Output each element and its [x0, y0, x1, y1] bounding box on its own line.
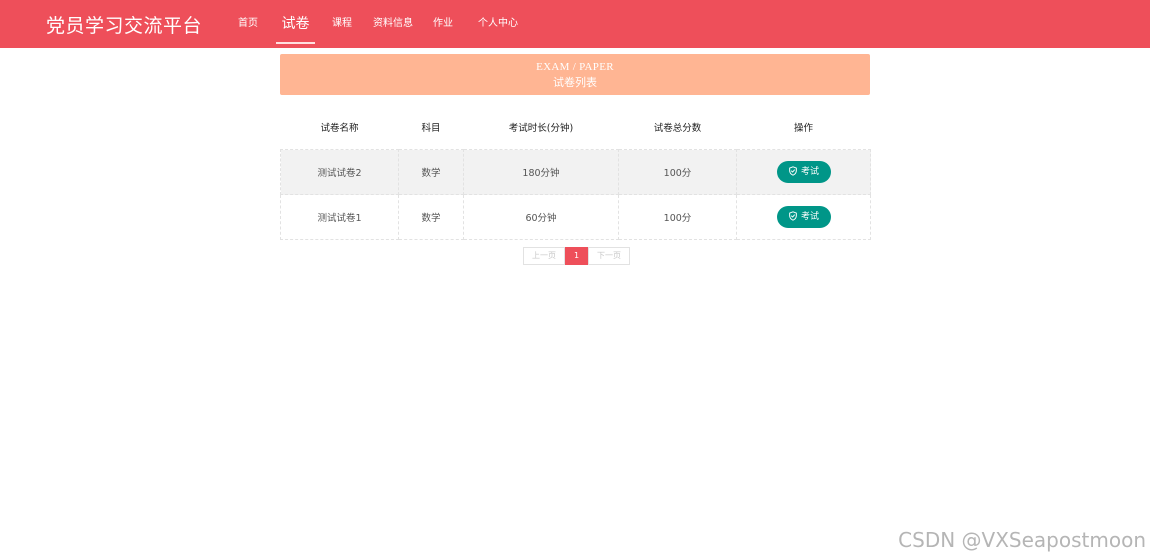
nav-item-homework[interactable]: 作业 — [433, 0, 453, 44]
header-paper-name: 试卷名称 — [320, 123, 359, 134]
app-title: 党员学习交流平台 — [46, 15, 203, 37]
current-page-button[interactable]: 1 — [565, 247, 588, 265]
header-duration: 考试时长(分钟) — [508, 123, 574, 134]
score-cell: 100分 — [618, 149, 737, 195]
action-cell: 考试 — [736, 149, 871, 195]
paper-name-cell: 测试试卷1 — [280, 194, 399, 240]
shield-check-icon — [789, 166, 797, 176]
table-row: 测试试卷2 数学 180分钟 100分 考试 — [280, 149, 871, 195]
take-exam-label: 考试 — [800, 212, 819, 222]
paper-name-cell: 测试试卷2 — [280, 149, 399, 195]
nav-item-paper[interactable]: 试卷 — [276, 0, 315, 44]
action-cell: 考试 — [736, 194, 871, 240]
nav-item-materials[interactable]: 资料信息 — [373, 0, 413, 44]
watermark: CSDN @VXSeapostmoon — [898, 528, 1146, 552]
subject-cell: 数学 — [398, 149, 464, 195]
nav-item-profile[interactable]: 个人中心 — [478, 0, 518, 44]
take-exam-button[interactable]: 考试 — [776, 206, 831, 228]
pagination: 上一页 1 下一页 — [523, 247, 630, 265]
shield-check-icon — [789, 211, 797, 221]
next-page-button[interactable]: 下一页 — [588, 247, 630, 265]
paper-table: 试卷名称 科目 考试时长(分钟) 试卷总分数 操作 测试试卷2 数学 180分钟… — [280, 105, 871, 240]
take-exam-button[interactable]: 考试 — [776, 161, 831, 183]
score-cell: 100分 — [618, 194, 737, 240]
nav-item-course[interactable]: 课程 — [332, 0, 352, 44]
table-row: 测试试卷1 数学 60分钟 100分 考试 — [280, 194, 871, 240]
top-navbar: 党员学习交流平台 首页 试卷 课程 资料信息 作业 个人中心 — [0, 0, 1150, 48]
section-banner: EXAM / PAPER 试卷列表 — [280, 54, 870, 95]
table-header-row: 试卷名称 科目 考试时长(分钟) 试卷总分数 操作 — [281, 105, 871, 150]
subject-cell: 数学 — [398, 194, 464, 240]
banner-title-en: EXAM / PAPER — [536, 61, 614, 73]
prev-page-button[interactable]: 上一页 — [523, 247, 565, 265]
duration-cell: 60分钟 — [463, 194, 619, 240]
banner-title-zh: 试卷列表 — [553, 76, 597, 89]
duration-cell: 180分钟 — [463, 149, 619, 195]
take-exam-label: 考试 — [800, 167, 819, 177]
header-subject: 科目 — [421, 123, 441, 134]
nav-item-home[interactable]: 首页 — [238, 0, 258, 44]
header-total-score: 试卷总分数 — [653, 123, 702, 134]
header-action: 操作 — [793, 123, 813, 134]
